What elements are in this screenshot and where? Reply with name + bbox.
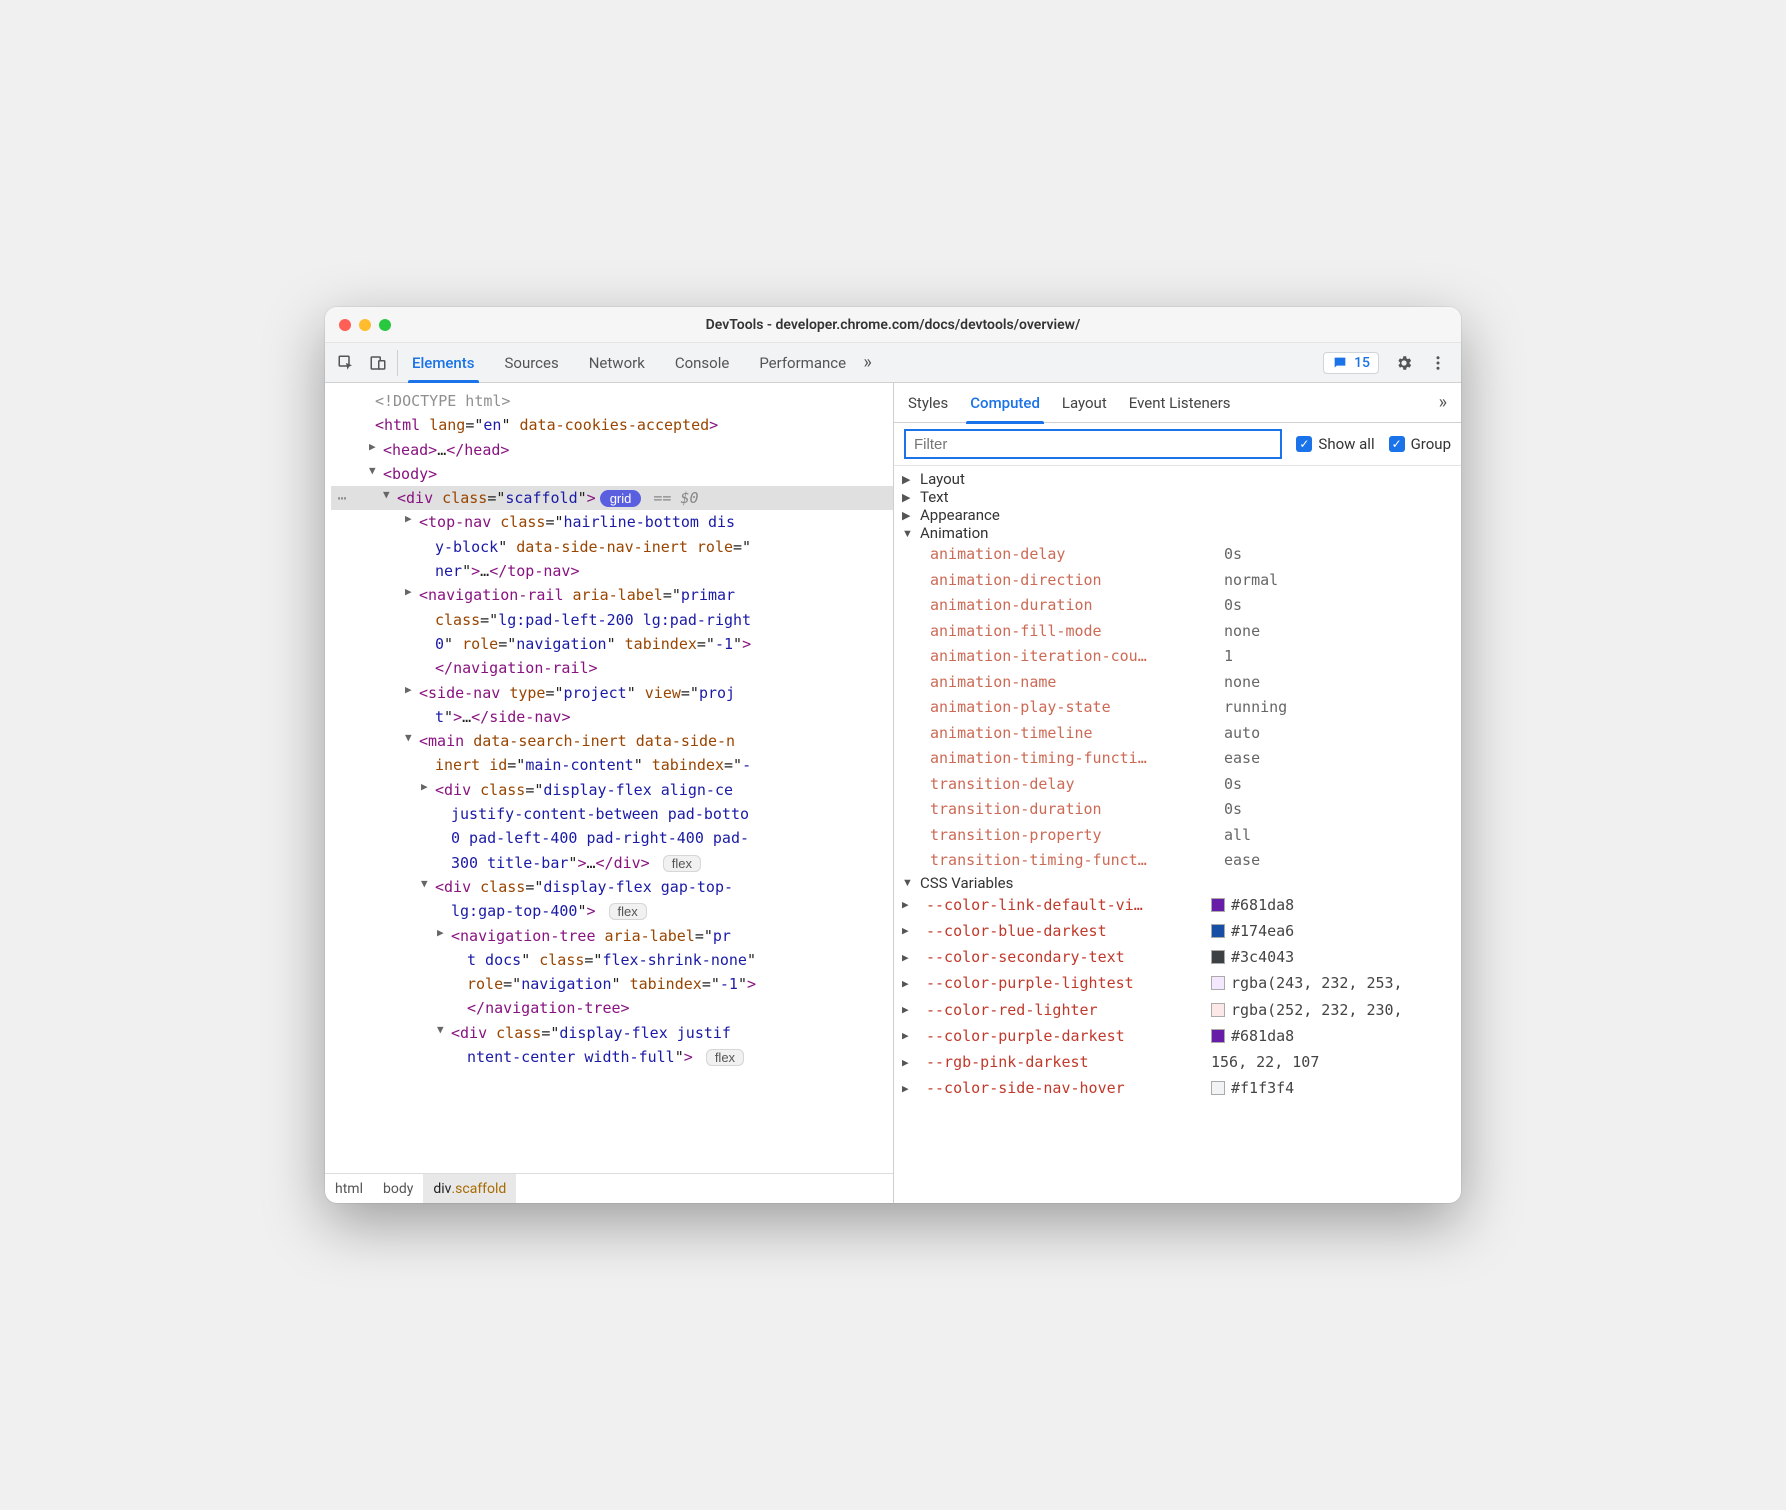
subtab-computed[interactable]: Computed	[970, 383, 1040, 423]
dom-node[interactable]: </navigation-rail>	[331, 656, 893, 680]
group-checkbox[interactable]: ✓Group	[1389, 435, 1451, 453]
dom-node[interactable]: inert id="main-content" tabindex="-	[331, 753, 893, 777]
dom-node[interactable]: justify-content-between pad-botto	[331, 802, 893, 826]
dom-node[interactable]: role="navigation" tabindex="-1">	[331, 972, 893, 996]
dom-node[interactable]: ⋯▼<div class="scaffold">grid== $0	[331, 486, 893, 510]
subtab-layout[interactable]: Layout	[1062, 383, 1107, 423]
dom-node[interactable]: ▼<div class="display-flex gap-top-	[331, 875, 893, 899]
dom-node[interactable]: ▶<navigation-tree aria-label="pr	[331, 924, 893, 948]
main-toolbar: Elements Sources Network Console Performance…	[325, 343, 1461, 383]
subtab-event-listeners[interactable]: Event Listeners	[1129, 383, 1231, 423]
dom-node[interactable]: ▶<head>…</head>	[331, 438, 893, 462]
dom-node[interactable]: ▶<top-nav class="hairline-bottom dis	[331, 510, 893, 534]
dom-node[interactable]: class="lg:pad-left-200 lg:pad-right	[331, 608, 893, 632]
dom-node[interactable]: 300 title-bar">…</div> flex	[331, 851, 893, 875]
dom-node[interactable]: ▼<body>	[331, 462, 893, 486]
computed-property[interactable]: transition-duration0s	[930, 797, 1461, 823]
dom-node[interactable]: lg:gap-top-400"> flex	[331, 899, 893, 923]
kebab-menu-icon[interactable]	[1429, 354, 1447, 372]
css-variable[interactable]: ▶--color-link-default-vi…#681da8	[902, 892, 1461, 918]
zoom-window-button[interactable]	[379, 319, 391, 331]
computed-property[interactable]: animation-iteration-cou…1	[930, 644, 1461, 670]
breadcrumb-item[interactable]: html	[325, 1174, 373, 1203]
property-group[interactable]: ▼CSS Variables	[894, 874, 1461, 892]
computed-property[interactable]: animation-directionnormal	[930, 568, 1461, 594]
property-group[interactable]: ▼Animation	[894, 524, 1461, 542]
more-tabs-icon[interactable]: »	[863, 352, 871, 373]
css-variable[interactable]: ▶--color-secondary-text#3c4043	[902, 944, 1461, 970]
dom-node[interactable]: 0" role="navigation" tabindex="-1">	[331, 632, 893, 656]
tab-console[interactable]: Console	[675, 343, 730, 383]
breadcrumb-item[interactable]: body	[373, 1174, 423, 1203]
dom-node[interactable]: ▼<div class="display-flex justif	[331, 1021, 893, 1045]
computed-property[interactable]: animation-duration0s	[930, 593, 1461, 619]
dom-node[interactable]: <!DOCTYPE html>	[331, 389, 893, 413]
filter-input[interactable]	[904, 429, 1282, 459]
dom-node[interactable]: ner">…</top-nav>	[331, 559, 893, 583]
dom-node[interactable]: 0 pad-left-400 pad-right-400 pad-	[331, 826, 893, 850]
subtab-styles[interactable]: Styles	[908, 383, 948, 423]
more-subtabs-icon[interactable]: »	[1439, 392, 1447, 413]
titlebar: DevTools - developer.chrome.com/docs/dev…	[325, 307, 1461, 343]
computed-property[interactable]: transition-delay0s	[930, 772, 1461, 798]
computed-property[interactable]: animation-namenone	[930, 670, 1461, 696]
close-window-button[interactable]	[339, 319, 351, 331]
styles-panel: Styles Computed Layout Event Listeners » ✓Sh…	[893, 383, 1461, 1203]
css-variable[interactable]: ▶--color-blue-darkest#174ea6	[902, 918, 1461, 944]
filter-row: ✓Show all ✓Group	[894, 423, 1461, 466]
computed-property[interactable]: animation-delay0s	[930, 542, 1461, 568]
computed-properties: ▶Layout▶Text▶Appearance▼Animationanimati…	[894, 466, 1461, 1203]
inspect-element-icon[interactable]	[337, 354, 355, 372]
dom-node[interactable]: ▶<div class="display-flex align-ce	[331, 778, 893, 802]
device-toolbar-icon[interactable]	[369, 354, 387, 372]
computed-property[interactable]: transition-propertyall	[930, 823, 1461, 849]
computed-property[interactable]: animation-timelineauto	[930, 721, 1461, 747]
devtools-window: DevTools - developer.chrome.com/docs/dev…	[325, 307, 1461, 1203]
dom-node[interactable]: ▼<main data-search-inert data-side-n	[331, 729, 893, 753]
property-group[interactable]: ▶Appearance	[894, 506, 1461, 524]
tab-sources[interactable]: Sources	[505, 343, 559, 383]
dom-node[interactable]: t docs" class="flex-shrink-none"	[331, 948, 893, 972]
css-variable[interactable]: ▶--color-red-lighterrgba(252, 232, 230,	[902, 997, 1461, 1023]
dom-tree[interactable]: <!DOCTYPE html><html lang="en" data-cook…	[325, 383, 893, 1173]
css-variable[interactable]: ▶--color-side-nav-hover#f1f3f4	[902, 1075, 1461, 1101]
css-variable[interactable]: ▶--rgb-pink-darkest156, 22, 107	[902, 1049, 1461, 1075]
window-title: DevTools - developer.chrome.com/docs/dev…	[706, 317, 1081, 333]
tab-network[interactable]: Network	[589, 343, 645, 383]
minimize-window-button[interactable]	[359, 319, 371, 331]
main-tabs: Elements Sources Network Console Performance	[398, 343, 863, 383]
issues-badge[interactable]: 15	[1323, 352, 1379, 374]
tab-elements[interactable]: Elements	[412, 343, 475, 383]
issues-count: 15	[1354, 355, 1370, 371]
breadcrumb: htmlbodydiv.scaffold	[325, 1173, 893, 1203]
dom-node[interactable]: t">…</side-nav>	[331, 705, 893, 729]
settings-icon[interactable]	[1395, 354, 1413, 372]
css-variable[interactable]: ▶--color-purple-darkest#681da8	[902, 1023, 1461, 1049]
computed-property[interactable]: animation-timing-functi…ease	[930, 746, 1461, 772]
computed-property[interactable]: transition-timing-funct…ease	[930, 848, 1461, 874]
tab-performance[interactable]: Performance	[759, 343, 846, 383]
dom-node[interactable]: y-block" data-side-nav-inert role="	[331, 535, 893, 559]
dom-node[interactable]: ▶<navigation-rail aria-label="primar	[331, 583, 893, 607]
property-group[interactable]: ▶Text	[894, 488, 1461, 506]
css-variable[interactable]: ▶--color-purple-lightestrgba(243, 232, 2…	[902, 970, 1461, 996]
elements-panel: <!DOCTYPE html><html lang="en" data-cook…	[325, 383, 893, 1203]
property-group[interactable]: ▶Layout	[894, 470, 1461, 488]
dom-node[interactable]: ntent-center width-full"> flex	[331, 1045, 893, 1069]
computed-property[interactable]: animation-play-staterunning	[930, 695, 1461, 721]
dom-node[interactable]: ▶<side-nav type="project" view="proj	[331, 681, 893, 705]
computed-property[interactable]: animation-fill-modenone	[930, 619, 1461, 645]
traffic-lights	[339, 319, 391, 331]
dom-node[interactable]: <html lang="en" data-cookies-accepted>	[331, 413, 893, 437]
breadcrumb-item[interactable]: div.scaffold	[423, 1174, 516, 1203]
show-all-checkbox[interactable]: ✓Show all	[1296, 435, 1374, 453]
styles-subtabs: Styles Computed Layout Event Listeners »	[894, 383, 1461, 423]
dom-node[interactable]: </navigation-tree>	[331, 996, 893, 1020]
